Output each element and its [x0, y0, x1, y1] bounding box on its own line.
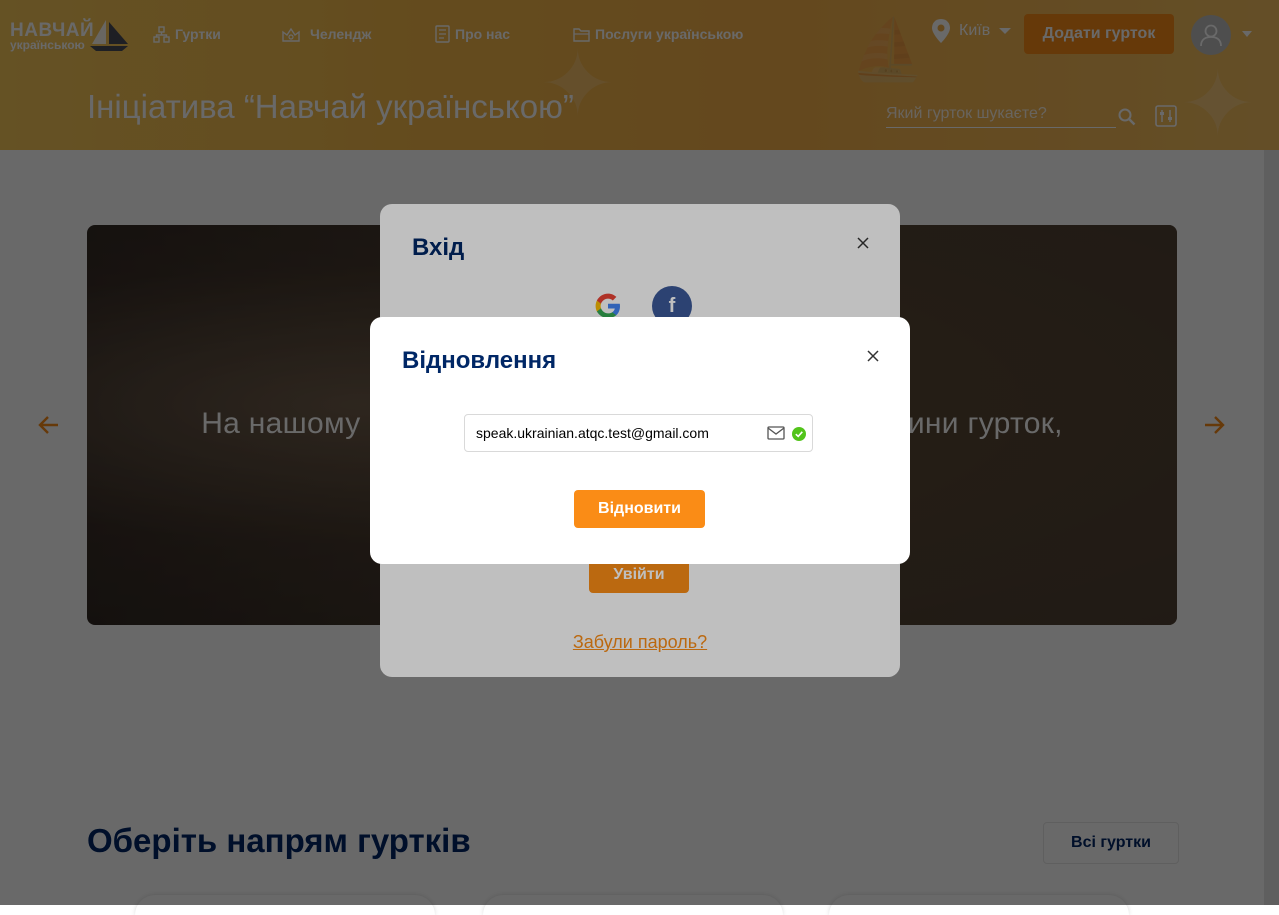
- recovery-modal: Відновлення Відновити: [370, 317, 910, 564]
- email-input[interactable]: [476, 415, 756, 451]
- email-field[interactable]: [464, 414, 813, 452]
- recovery-modal-title: Відновлення: [402, 347, 557, 374]
- close-icon[interactable]: [867, 350, 879, 362]
- recover-button[interactable]: Відновити: [574, 490, 705, 528]
- mail-icon: [767, 426, 785, 440]
- check-circle-icon: [792, 427, 806, 441]
